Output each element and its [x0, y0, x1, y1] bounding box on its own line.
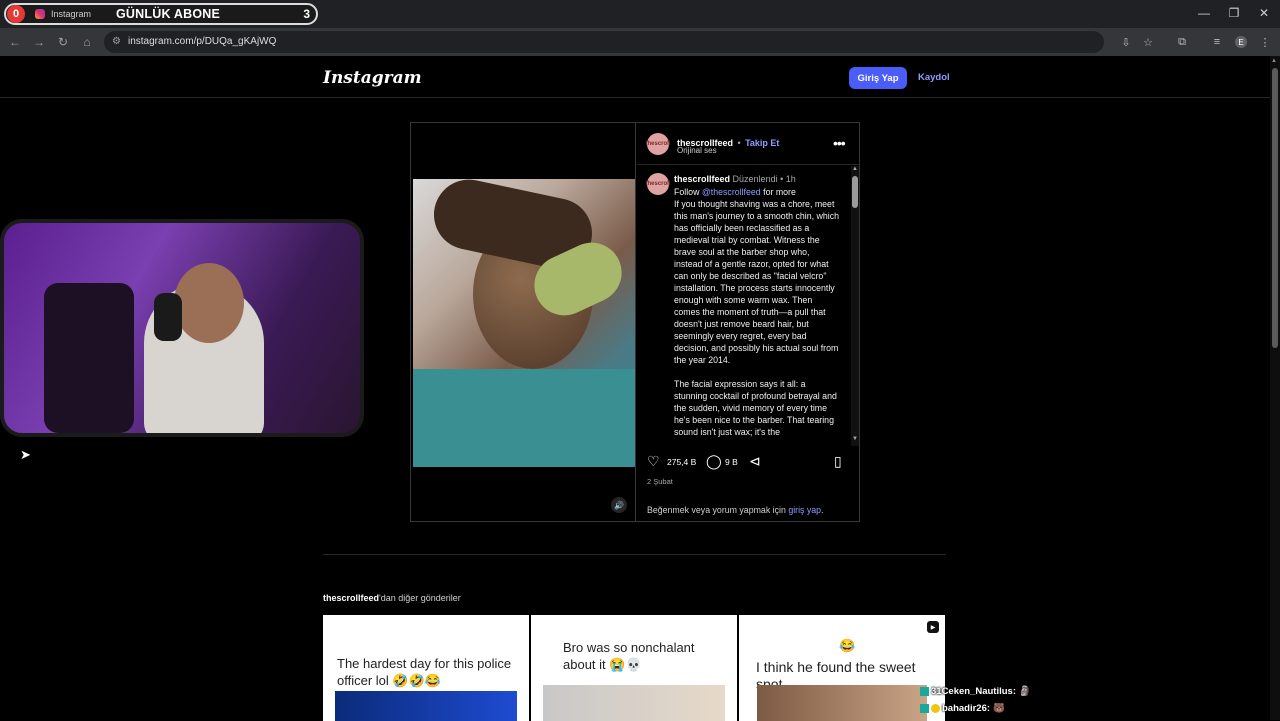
- more-post-item[interactable]: Bro was so nonchalant about it 😭💀: [531, 615, 737, 721]
- login-button[interactable]: Giriş Yap: [849, 67, 907, 89]
- chat-message: 31Ceken_Nautilus: 🗿: [920, 686, 1031, 697]
- chat-badge-icon: [920, 687, 929, 696]
- edited-label: Düzenlendi: [732, 174, 778, 184]
- post-actions: ♡ 275,4 B ◯ 9 B ⊲ ▯: [637, 447, 859, 477]
- url-text[interactable]: instagram.com/p/DUQa_gKAjWQ: [128, 36, 276, 47]
- browser-tab[interactable]: 0 Instagram GÜNLÜK ABONE 3: [4, 3, 318, 25]
- post-header: thescroll thescrollfeed • Takip Et Oriji…: [637, 123, 859, 165]
- more-posts-username[interactable]: thescrollfeed: [323, 593, 379, 603]
- back-icon[interactable]: ←: [6, 33, 24, 51]
- more-post-thumbnail: [335, 691, 517, 721]
- caption-scrollbar[interactable]: ▲ ▼: [851, 166, 859, 446]
- instagram-page: Instagram Giriş Yap Kaydol ▲ 🔊 thescroll…: [0, 56, 1280, 721]
- follow-button[interactable]: Takip Et: [745, 138, 779, 148]
- more-post-thumbnail: [757, 685, 927, 721]
- post-video[interactable]: [413, 179, 635, 467]
- more-post-text: The hardest day for this police officer …: [337, 656, 512, 688]
- page-scrollbar[interactable]: ▲: [1270, 56, 1280, 720]
- chat-badge-icon: [931, 704, 940, 713]
- post-date[interactable]: 2 Şubat: [647, 477, 673, 486]
- caption-username[interactable]: thescrollfeed: [674, 174, 730, 184]
- address-bar[interactable]: ⚙ instagram.com/p/DUQa_gKAjWQ: [104, 31, 1104, 53]
- daily-subscriber-banner: GÜNLÜK ABONE: [116, 7, 221, 21]
- heart-icon[interactable]: ♡: [647, 453, 660, 470]
- separator-dot: •: [737, 138, 741, 148]
- home-icon[interactable]: ⌂: [78, 33, 96, 51]
- author-avatar[interactable]: thescroll: [646, 133, 671, 155]
- bookmark-star-icon[interactable]: ☆: [1140, 34, 1156, 50]
- install-app-icon[interactable]: ⇩: [1118, 34, 1134, 50]
- post-media[interactable]: 🔊: [411, 123, 636, 521]
- chat-username: bahadir26:: [942, 703, 991, 714]
- chat-message: bahadir26: 🐻: [920, 703, 1005, 714]
- comment-icon[interactable]: ◯: [706, 453, 722, 470]
- close-icon[interactable]: ✕: [1249, 4, 1279, 22]
- chat-username: 31Ceken_Nautilus:: [931, 686, 1017, 697]
- speaker-icon[interactable]: 🔊: [611, 497, 627, 513]
- signup-link[interactable]: Kaydol: [918, 72, 950, 83]
- page-scrollbar-thumb[interactable]: [1272, 68, 1278, 348]
- login-note-link[interactable]: giriş yap: [788, 505, 821, 515]
- browser-toolbar: ← → ↻ ⌂ ⚙ instagram.com/p/DUQa_gKAjWQ ⇩ …: [0, 28, 1280, 56]
- chat-emote: 🗿: [1019, 686, 1031, 697]
- more-post-emoji: 😂: [839, 638, 856, 653]
- caption-text: Follow @thescrollfeed for more If you th…: [674, 187, 839, 437]
- post-card: 🔊 thescroll thescrollfeed • Takip Et Ori…: [410, 122, 860, 522]
- comment-count: 9 B: [725, 457, 738, 467]
- site-info-icon[interactable]: ⚙: [112, 36, 121, 47]
- instagram-favicon-icon: [35, 9, 45, 19]
- caption-scrollbar-thumb[interactable]: [852, 176, 858, 208]
- more-post-item[interactable]: 😂 I think he found the sweet spot ▶: [739, 615, 945, 721]
- tab-title: Instagram: [51, 9, 92, 19]
- caption-time: 1h: [785, 174, 796, 184]
- extensions-icon[interactable]: ⧉: [1174, 34, 1190, 50]
- instagram-logo[interactable]: Instagram: [323, 68, 422, 88]
- media-control-icon[interactable]: ≡: [1209, 34, 1225, 50]
- like-count: 275,4 B: [667, 457, 697, 467]
- more-icon[interactable]: •••: [833, 135, 846, 151]
- forward-icon[interactable]: →: [30, 33, 48, 51]
- restore-icon[interactable]: ❐: [1219, 4, 1249, 22]
- caption-area: thescroll thescrollfeed Düzenlendi • 1h …: [637, 166, 859, 446]
- chat-emote: 🐻: [993, 703, 1005, 714]
- more-post-item[interactable]: The hardest day for this police officer …: [323, 615, 529, 721]
- minimize-icon[interactable]: —: [1189, 4, 1219, 22]
- more-post-text: Bro was so nonchalant about it 😭💀: [563, 640, 695, 672]
- browser-titlebar: 0 Instagram GÜNLÜK ABONE 3 — ❐ ✕: [0, 0, 1280, 28]
- section-divider: [323, 554, 946, 555]
- share-icon[interactable]: ⊲: [749, 453, 761, 470]
- subscriber-counter-left: 0: [7, 5, 25, 23]
- post-sidebar: thescroll thescrollfeed • Takip Et Oriji…: [637, 123, 859, 521]
- reel-icon: ▶: [927, 621, 939, 633]
- more-post-thumbnail: [543, 685, 725, 721]
- bookmark-icon[interactable]: ▯: [834, 453, 842, 470]
- profile-avatar[interactable]: E: [1233, 34, 1249, 50]
- subscriber-counter-right: 3: [303, 7, 310, 21]
- caption-avatar[interactable]: thescroll: [646, 173, 671, 195]
- mention-link[interactable]: @thescrollfeed: [702, 187, 761, 197]
- browser-menu-icon[interactable]: ⋮: [1257, 34, 1273, 50]
- reload-icon[interactable]: ↻: [54, 33, 72, 51]
- mouse-cursor-icon: ➤: [20, 447, 31, 462]
- more-posts-title: thescrollfeed'dan diğer gönderiler: [323, 593, 461, 603]
- header-divider: [0, 97, 1270, 98]
- webcam-overlay: [0, 219, 364, 437]
- chat-badge-icon: [920, 704, 929, 713]
- login-note: Beğenmek veya yorum yapmak için giriş ya…: [647, 505, 824, 515]
- audio-label[interactable]: Orijinal ses: [677, 146, 717, 155]
